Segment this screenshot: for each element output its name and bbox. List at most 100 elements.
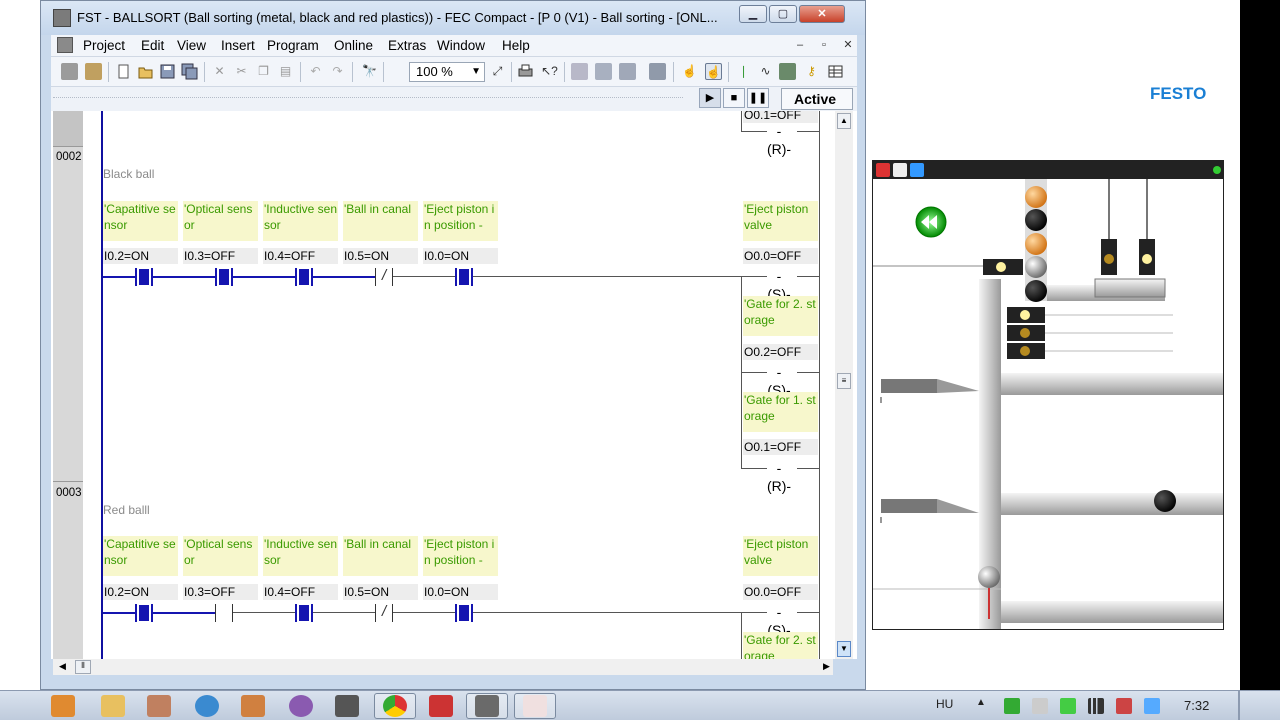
play-button[interactable]: ▶ [699,88,721,108]
contact-no[interactable] [135,268,153,286]
grid-icon[interactable] [827,63,844,80]
horizontal-scrollbar[interactable]: ◀ ⦀ ▶ [53,659,833,675]
contact-no[interactable] [215,604,233,622]
title-bar[interactable]: FST - BALLSORT (Ball sorting (metal, bla… [41,1,865,35]
menu-help[interactable]: Help [502,38,530,53]
rung-number[interactable]: 0002 [56,151,82,163]
close-button[interactable]: ✕ [799,5,845,23]
set-coil[interactable]: -(S)- [767,603,791,638]
pause-button[interactable]: ❚❚ [747,88,769,108]
record-icon[interactable] [876,163,890,177]
open-icon[interactable] [137,63,154,80]
coil-icon[interactable]: ∿ [757,63,774,80]
redo-icon[interactable]: ↷ [329,63,346,80]
save-icon[interactable] [159,63,176,80]
zoom-select[interactable]: 100 % ▼ [409,62,485,82]
module-icon[interactable] [779,63,796,80]
mdi-minimize-button[interactable]: – [791,38,809,54]
contact-no[interactable] [455,604,473,622]
menu-window[interactable]: Window [437,38,485,53]
volume-muted-icon[interactable] [1116,698,1132,714]
taskbar-item[interactable] [420,693,462,719]
compile-icon[interactable] [571,63,588,80]
zoom-tool-icon[interactable]: ⤢ [489,63,506,80]
mdi-close-button[interactable]: ✕ [839,38,857,54]
tray-device-icon[interactable] [1032,698,1048,714]
project-icon[interactable] [61,63,78,80]
cut-icon[interactable]: ✕ [211,63,228,80]
vertical-scrollbar[interactable]: ▲ ≡ ▼ [835,111,853,659]
contact-nc[interactable]: / [375,603,393,622]
signal-icon[interactable] [1088,698,1104,714]
contact-nc[interactable]: / [375,267,393,286]
show-hidden-icons-button[interactable]: ▲ [976,697,986,708]
contact-no[interactable] [455,268,473,286]
copy-icon[interactable]: ❐ [255,63,272,80]
network-icon[interactable] [1144,698,1160,714]
taskbar-item[interactable] [138,693,180,719]
document-icon[interactable] [57,37,73,53]
rung-number[interactable]: 0003 [56,487,82,499]
contact-nc[interactable] [215,268,233,286]
save-all-icon[interactable] [181,63,198,80]
show-desktop-button[interactable] [1238,691,1240,720]
tray-app-icon[interactable] [1004,698,1020,714]
taskbar-item[interactable] [280,693,322,719]
download-icon[interactable] [619,63,636,80]
fst-app-icon[interactable] [53,9,71,27]
taskbar-item[interactable] [232,693,274,719]
stop-button[interactable]: ■ [723,88,745,108]
menu-view[interactable]: View [177,38,206,53]
taskbar-item[interactable] [466,693,508,719]
paste-icon[interactable]: ▤ [277,63,294,80]
taskbar-item[interactable] [326,693,368,719]
online-toggle-icon[interactable]: ☝ [681,63,698,80]
clock[interactable]: 7:32 [1184,698,1209,713]
set-coil[interactable]: -(S)- [767,363,791,398]
open-project-icon[interactable] [85,63,102,80]
scroll-up-button[interactable]: ▲ [837,113,851,129]
minimize-button[interactable]: ▁ [739,5,767,23]
context-help-icon[interactable]: ↖? [541,63,558,80]
scroll-thumb[interactable]: ⦀ [75,660,91,674]
menu-online[interactable]: Online [334,38,373,53]
menu-edit[interactable]: Edit [141,38,164,53]
window-icon[interactable] [893,163,907,177]
tray-notes-icon[interactable] [1060,698,1076,714]
ball-sorting-simulation[interactable] [872,160,1224,630]
taskbar-item[interactable] [42,693,84,719]
download-icon[interactable] [910,163,924,177]
maximize-button[interactable]: ▢ [769,5,797,23]
scroll-thumb[interactable]: ≡ [837,373,851,389]
scroll-left-button[interactable]: ◀ [59,661,66,672]
contact-nc[interactable] [295,268,313,286]
contact-nc[interactable] [295,604,313,622]
chevron-down-icon[interactable]: ▼ [471,63,481,81]
contact-icon[interactable]: ❘ [735,63,752,80]
menu-extras[interactable]: Extras [388,38,426,53]
taskbar-item[interactable] [514,693,556,719]
menu-insert[interactable]: Insert [221,38,255,53]
taskbar-item[interactable] [186,693,228,719]
undo-icon[interactable]: ↶ [307,63,324,80]
find-icon[interactable]: 🔭 [361,63,378,80]
new-icon[interactable] [115,63,132,80]
cut2-icon[interactable]: ✂ [233,63,250,80]
online-icon[interactable] [649,63,666,80]
menu-program[interactable]: Program [267,38,319,53]
online-mode-icon[interactable]: ☝ [705,63,722,80]
mdi-restore-button[interactable]: ▫ [815,38,833,54]
print-icon[interactable] [517,63,534,80]
contact-no[interactable] [135,604,153,622]
set-coil[interactable]: -(S)- [767,267,791,302]
reset-coil[interactable]: -(R)- [767,122,791,157]
ladder-editor[interactable]: 0002 0003 O0.1=OFF -(R)- Black ball 'Cap… [51,111,857,659]
taskbar-item[interactable] [374,693,416,719]
menu-project[interactable]: Project [83,38,125,53]
taskbar-item[interactable] [92,693,134,719]
scroll-down-button[interactable]: ▼ [837,641,851,657]
scroll-right-button[interactable]: ▶ [823,661,830,672]
reset-coil[interactable]: -(R)- [767,459,791,494]
variable-icon[interactable]: ⚷ [803,63,820,80]
build-icon[interactable] [595,63,612,80]
